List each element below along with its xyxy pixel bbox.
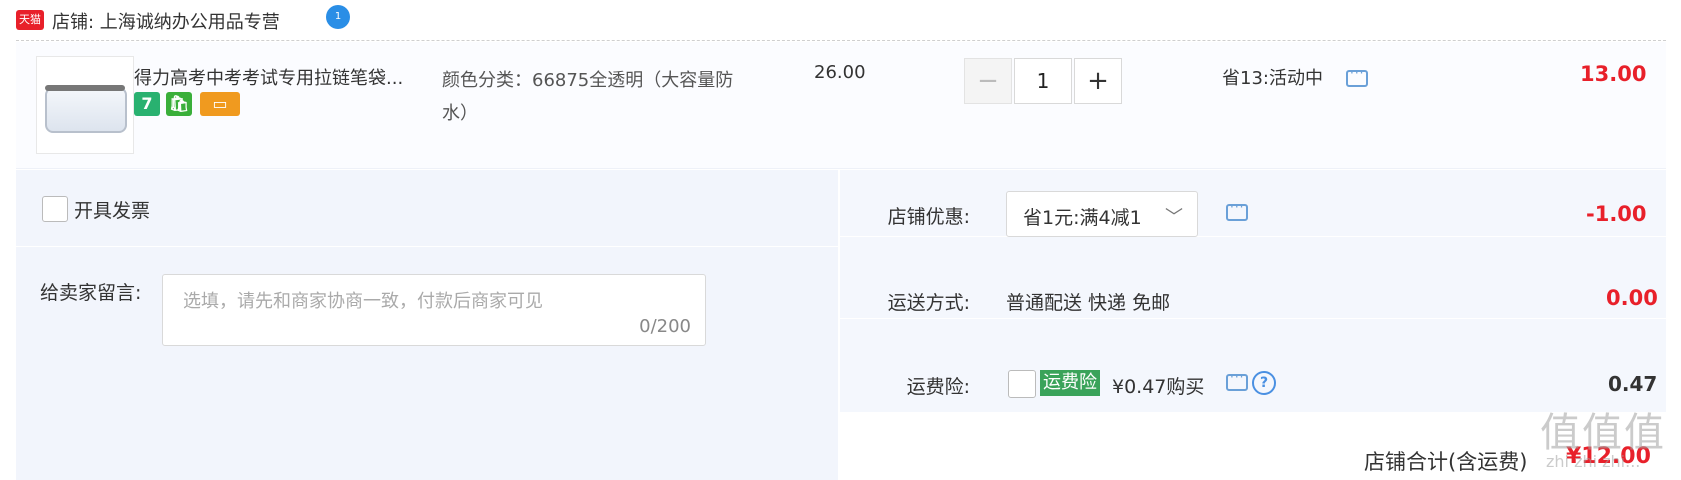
credit-card-icon: ▭ xyxy=(200,92,240,116)
decrease-quantity-button[interactable]: − xyxy=(964,58,1012,104)
chat-icon[interactable] xyxy=(1346,66,1368,87)
quantity-input[interactable]: 1 xyxy=(1014,58,1072,104)
divider xyxy=(840,318,1666,319)
message-label: 给卖家留言: xyxy=(40,282,142,304)
chat-icon[interactable] xyxy=(1226,370,1248,391)
wangwang-chat-icon[interactable]: 1 xyxy=(326,5,350,29)
watermark-sub: zhi zhi zhi... xyxy=(1546,452,1641,471)
shop-discount-label: 店铺优惠: xyxy=(887,206,970,228)
shop-discount-select[interactable]: 省1元:满4减1 ﹀ xyxy=(1006,191,1198,237)
watermark: 值值值 xyxy=(1540,410,1666,456)
item-subtotal: 13.00 xyxy=(1580,62,1647,86)
shop-discount-value: 省1元:满4减1 xyxy=(1023,207,1142,229)
product-spec: 颜色分类：66875全透明（大容量防水） xyxy=(442,70,734,124)
shipping-method: 普通配送 快递 免邮 xyxy=(1006,292,1171,314)
chat-icon[interactable] xyxy=(1226,200,1248,221)
insurance-tag: 运费险 xyxy=(1040,370,1100,396)
shop-total-label: 店铺合计(含运费) xyxy=(1364,450,1528,474)
shop-name[interactable]: 店铺: 上海诚纳办公用品专营 xyxy=(52,8,280,34)
help-icon[interactable]: ? xyxy=(1252,371,1276,395)
product-thumbnail[interactable] xyxy=(36,56,134,154)
insurance-label: 运费险: xyxy=(906,376,970,398)
shop-discount-amount: -1.00 xyxy=(1586,202,1647,226)
divider xyxy=(840,236,1666,237)
chevron-down-icon: ﹀ xyxy=(1165,207,1183,228)
divider xyxy=(16,246,838,247)
pencil-pouch-image xyxy=(45,87,127,133)
promotion-status: 省13:活动中 xyxy=(1222,68,1323,89)
seller-message-input[interactable]: 选填，请先和商家协商一致，付款后商家可见 0/200 xyxy=(162,274,706,346)
unit-price: 26.00 xyxy=(814,62,866,83)
increase-quantity-button[interactable]: + xyxy=(1074,58,1122,104)
tmall-logo: 天猫 xyxy=(16,10,44,30)
shipping-label: 运送方式: xyxy=(887,292,970,314)
shop-header: 天猫 店铺: 上海诚纳办公用品专营 1 xyxy=(0,0,1681,40)
invoice-checkbox[interactable] xyxy=(42,196,68,222)
message-placeholder: 选填，请先和商家协商一致，付款后商家可见 xyxy=(183,291,543,312)
message-char-count: 0/200 xyxy=(639,316,691,337)
insurance-price: ¥0.47购买 xyxy=(1112,376,1205,398)
insurance-amount: 0.47 xyxy=(1608,372,1658,396)
seven-day-return-icon: 7 xyxy=(134,92,160,116)
guarantee-bag-icon: 🛍 xyxy=(166,92,192,116)
shipping-fee: 0.00 xyxy=(1606,286,1658,310)
insurance-checkbox[interactable] xyxy=(1008,370,1036,398)
product-title[interactable]: 得力高考中考考试专用拉链笔袋... xyxy=(134,64,403,90)
divider xyxy=(16,40,1666,41)
zipper-image xyxy=(45,85,125,91)
invoice-label: 开具发票 xyxy=(74,200,151,222)
